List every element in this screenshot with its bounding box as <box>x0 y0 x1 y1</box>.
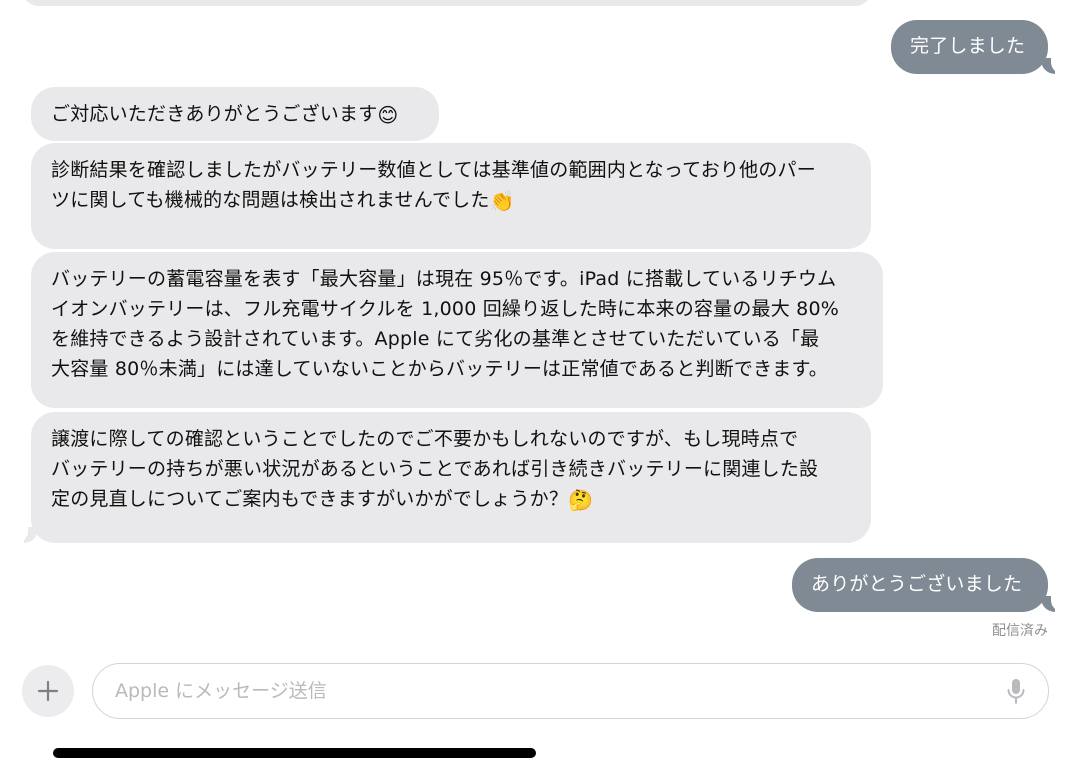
message-line: 定の見直しについてご案内もできますがいかがでしょうか？ <box>51 488 569 510</box>
message-text: ご対応いただきありがとうございます <box>51 103 378 125</box>
message-line: バッテリーの蓄電容量を表す「最大容量」は現在 95％です。iPad に搭載してい… <box>51 268 837 290</box>
clapping-hands-emoji-icon: 👏 <box>489 189 515 213</box>
message-text: 完了しました <box>910 35 1026 57</box>
previous-message-bubble <box>22 0 872 6</box>
message-line: 診断結果を確認しましたがバッテリー数値としては基準値の範囲内となっており他のパー <box>51 159 816 181</box>
bubble-tail <box>1041 58 1065 74</box>
incoming-message-bubble[interactable]: ご対応いただきありがとうございます😊 <box>31 87 439 141</box>
outgoing-message-bubble[interactable]: 完了しました <box>891 20 1048 74</box>
incoming-message-bubble[interactable]: 診断結果を確認しましたがバッテリー数値としては基準値の範囲内となっており他のパー… <box>31 143 871 249</box>
message-thread[interactable]: 完了しました ご対応いただきありがとうございます😊 診断結果を確認しましたがバッ… <box>0 0 1080 650</box>
outgoing-message-bubble[interactable]: ありがとうございました <box>792 558 1048 612</box>
thinking-face-emoji-icon: 🤔 <box>568 488 594 512</box>
smiling-face-emoji-icon: 😊 <box>377 103 399 127</box>
message-text: ありがとうございました <box>811 573 1023 595</box>
message-line: 大容量 80％未満」には達していないことからバッテリーは正常値であると判断できま… <box>51 358 828 380</box>
message-composer <box>0 655 1080 725</box>
bubble-tail <box>14 527 38 543</box>
microphone-icon[interactable] <box>1004 677 1028 705</box>
home-indicator[interactable] <box>53 748 536 758</box>
plus-icon <box>37 680 59 702</box>
message-line: 譲渡に際しての確認ということでしたのでご不要かもしれないのですが、もし現時点で <box>51 428 799 450</box>
message-line: イオンバッテリーは、フル充電サイクルを 1,000 回繰り返した時に本来の容量の… <box>51 298 839 320</box>
message-line: を維持できるよう設計されています。Apple にて劣化の基準とさせていただいてい… <box>51 328 820 350</box>
message-line: ツに関しても機械的な問題は検出されませんでした <box>51 189 490 211</box>
incoming-message-bubble[interactable]: 譲渡に際しての確認ということでしたのでご不要かもしれないのですが、もし現時点で … <box>31 412 871 543</box>
message-input[interactable] <box>113 664 977 718</box>
incoming-message-bubble[interactable]: バッテリーの蓄電容量を表す「最大容量」は現在 95％です。iPad に搭載してい… <box>31 252 883 408</box>
message-line: バッテリーの持ちが悪い状況があるということであれば引き続きバッテリーに関連した設 <box>51 458 819 480</box>
delivery-status: 配信済み <box>992 623 1048 639</box>
message-input-container[interactable] <box>92 663 1049 719</box>
bubble-tail <box>1041 596 1065 612</box>
add-attachment-button[interactable] <box>22 665 74 717</box>
